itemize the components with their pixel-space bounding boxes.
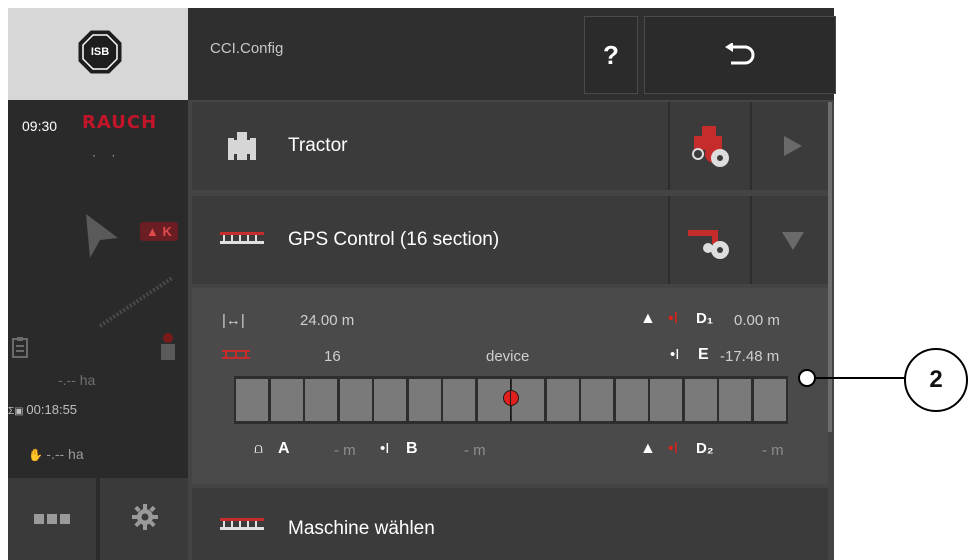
d1-label: D₁ (696, 310, 714, 327)
row-divider (750, 196, 752, 284)
row-divider (668, 102, 670, 190)
section-cell (684, 379, 717, 421)
sensor-b-icon: •I (380, 440, 390, 457)
brand-logo: RAUCH (82, 112, 158, 133)
d1-value: 0.00 m (734, 312, 780, 329)
section-cell (546, 379, 579, 421)
boom-graphic (98, 276, 174, 328)
sensor-red-icon: •I (668, 310, 679, 327)
section-cell (615, 379, 648, 421)
e-label: E (698, 346, 709, 363)
clipboard-icon (12, 337, 28, 358)
timer-value: 00:18:55 (26, 402, 78, 417)
d2-value: - m (762, 442, 784, 459)
direction-arrow-icon (86, 214, 118, 258)
d2-label: D₂ (696, 440, 714, 457)
back-arrow-icon (725, 43, 755, 65)
b-value: - m (464, 442, 486, 459)
machine-select-label: Maschine wählen (288, 518, 435, 539)
row-divider (750, 102, 752, 190)
warning-triangle-icon-2: ▲ (640, 440, 656, 457)
boom-icon-2 (220, 518, 264, 530)
timer: Σ▣ 00:18:55 (8, 402, 77, 417)
apps-button[interactable] (8, 478, 96, 560)
tractor-label: Tractor (288, 135, 348, 156)
hand-icon: ✋ (28, 448, 47, 462)
section-cell (650, 379, 682, 421)
settings-button[interactable] (100, 478, 188, 560)
help-button[interactable]: ? (584, 16, 638, 94)
counter-icon: Σ▣ (8, 406, 27, 417)
page-title: CCI.Config (210, 40, 284, 57)
warning-triangle-icon: ▲ (640, 310, 656, 327)
section-cell (719, 379, 751, 421)
section-cell (339, 379, 372, 421)
area-value-1: -.-- ha (58, 372, 96, 388)
chevron-right-icon[interactable] (784, 136, 802, 156)
callout-anchor (798, 369, 816, 387)
device-center-line (510, 379, 511, 421)
help-label: ? (603, 39, 619, 70)
row-divider (668, 196, 670, 284)
clock: 09:30 (22, 118, 58, 134)
gps-control-label: GPS Control (16 section) (288, 229, 500, 250)
status-dots: · · (92, 148, 122, 162)
working-width-icon: |↔| (222, 312, 245, 329)
callout-number: 2 (904, 348, 968, 412)
tractor-row[interactable]: Tractor (192, 102, 828, 190)
section-cell (270, 379, 303, 421)
section-bar (234, 376, 788, 424)
warning-badge: ▲ K (140, 222, 178, 241)
machine-select-row[interactable]: Maschine wählen (192, 488, 828, 560)
section-cell (374, 379, 406, 421)
operator-small-icon: ⩍ (254, 440, 264, 456)
warning-icon: ▲ (146, 224, 163, 239)
section-cell (408, 379, 441, 421)
gps-control-row[interactable]: GPS Control (16 section) (192, 196, 828, 284)
scrollbar[interactable] (828, 102, 832, 432)
area-value-2-text: -.-- ha (46, 446, 84, 462)
area-value-2: ✋ -.-- ha (28, 446, 84, 462)
back-button[interactable] (644, 16, 836, 94)
device-label: device (486, 348, 530, 365)
b-label: B (406, 440, 418, 457)
section-cell (236, 379, 268, 421)
section-cell (443, 379, 475, 421)
working-width-value: 24.00 m (300, 312, 355, 329)
e-value: -17.48 m (720, 348, 780, 365)
sections-value: 16 (324, 348, 341, 365)
operator-icon (161, 333, 175, 360)
sections-icon (222, 350, 250, 359)
tractor-icon (228, 132, 256, 160)
left-buttons (8, 478, 188, 560)
sensor-black-icon: •I (670, 346, 680, 363)
apps-icon (34, 514, 70, 524)
boom-icon (220, 232, 264, 244)
tractor-settings-icon[interactable] (688, 124, 734, 170)
a-value: - m (334, 442, 356, 459)
gps-detail-panel: |↔| 24.00 m ▲ •I D₁ 0.00 m 16 device •I … (192, 288, 828, 484)
gear-icon (132, 504, 158, 530)
chevron-down-icon[interactable] (782, 232, 804, 250)
section-cell (581, 379, 613, 421)
sensor-red-icon-2: •I (668, 440, 679, 457)
device-position-marker (503, 390, 519, 406)
implement-settings-icon[interactable] (688, 222, 734, 262)
isb-label: ISB (90, 46, 110, 58)
warning-label: K (162, 224, 172, 239)
a-label: A (278, 440, 290, 457)
section-cell (305, 379, 337, 421)
section-cell (753, 379, 786, 421)
